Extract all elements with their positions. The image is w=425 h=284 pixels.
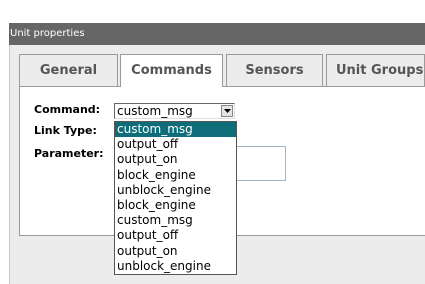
dropdown-option[interactable]: unblock_engine — [115, 259, 236, 274]
dropdown-option[interactable]: block_engine — [115, 198, 236, 213]
tab-divider — [222, 86, 425, 87]
command-select[interactable]: custom_msg — [114, 103, 235, 119]
tab-commands[interactable]: Commands — [120, 54, 223, 87]
dropdown-option[interactable]: output_off — [115, 137, 236, 152]
window-title: Unit properties — [9, 23, 425, 45]
unit-properties-window: Unit properties General Commands Sensors… — [0, 0, 425, 284]
dropdown-option[interactable]: custom_msg — [115, 122, 236, 138]
tab-unit-groups[interactable]: Unit Groups — [326, 54, 425, 86]
tab-sensors[interactable]: Sensors — [226, 54, 323, 86]
dropdown-option[interactable]: unblock_engine — [115, 183, 236, 198]
command-dropdown-list[interactable]: custom_msg output_off output_on block_en… — [114, 121, 237, 275]
dropdown-option[interactable]: output_on — [115, 244, 236, 259]
dropdown-option[interactable]: output_off — [115, 228, 236, 243]
command-select-value: custom_msg — [117, 104, 193, 118]
chevron-down-icon — [224, 109, 231, 113]
dropdown-option[interactable]: output_on — [115, 152, 236, 167]
tab-general[interactable]: General — [19, 54, 118, 86]
dropdown-option[interactable]: custom_msg — [115, 213, 236, 228]
parameter-label: Parameter: — [34, 147, 104, 160]
command-label: Command: — [34, 103, 101, 116]
link-type-label: Link Type: — [34, 124, 97, 137]
tab-divider — [19, 86, 121, 87]
dropdown-option[interactable]: block_engine — [115, 168, 236, 183]
dropdown-arrow-button[interactable] — [221, 105, 233, 117]
